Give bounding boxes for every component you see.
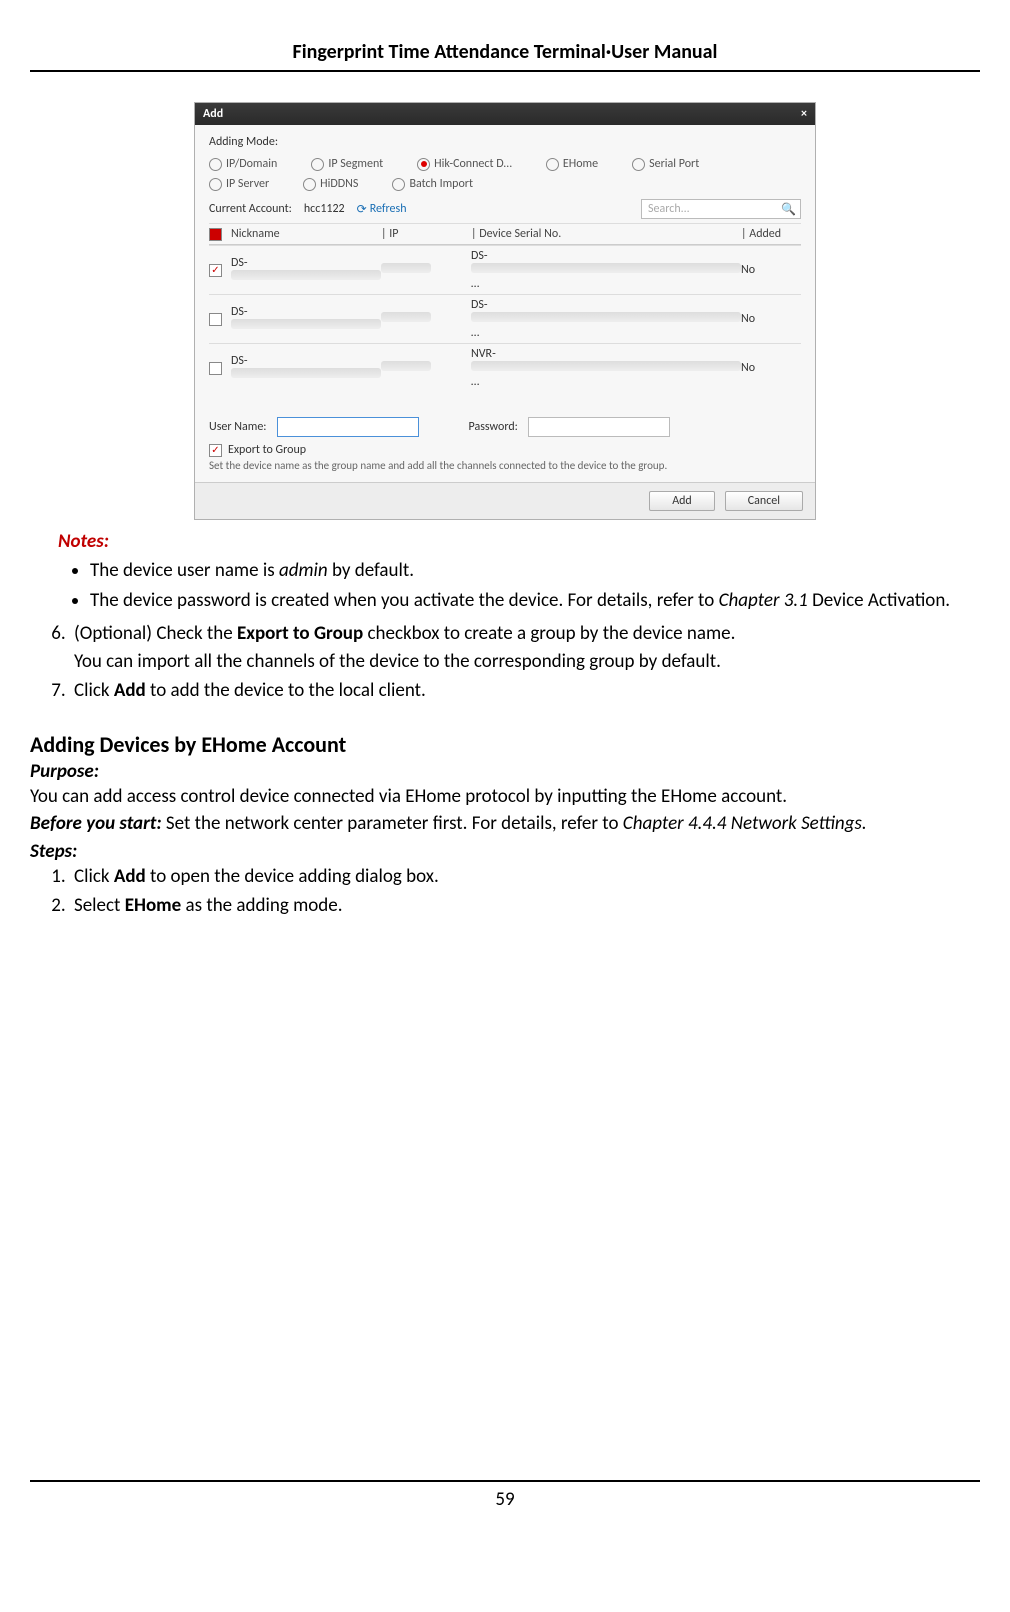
export-label: Export to Group — [228, 443, 306, 457]
page-number: 59 — [30, 1480, 980, 1511]
continuation-steps: (Optional) Check the Export to Group che… — [70, 620, 980, 705]
row-checkbox[interactable] — [209, 362, 222, 375]
export-note: Set the device name as the group name an… — [209, 459, 801, 472]
select-all-checkbox[interactable] — [209, 228, 222, 241]
dialog-titlebar: Add × — [195, 103, 815, 125]
add-button[interactable]: Add — [649, 491, 715, 511]
table-row[interactable]: DS-DS-…No — [209, 294, 801, 343]
username-field[interactable] — [277, 417, 419, 437]
radio-serial-port[interactable]: Serial Port — [632, 157, 699, 171]
password-field[interactable] — [528, 417, 670, 437]
search-icon: 🔍 — [781, 202, 796, 217]
current-account-label: Current Account: — [209, 202, 292, 216]
password-label: Password: — [469, 420, 518, 434]
col-serial[interactable]: | Device Serial No. — [471, 227, 741, 241]
list-item: Click Add to open the device adding dial… — [70, 863, 980, 891]
account-row: Current Account: hcc1122 ⟳ Refresh Searc… — [209, 199, 801, 219]
notes-list: The device user name is admin by default… — [90, 557, 980, 614]
col-nickname[interactable]: Nickname — [231, 227, 381, 241]
current-account-value: hcc1122 — [304, 202, 345, 216]
notes-heading: Notes: — [58, 530, 980, 553]
device-list-header: Nickname | IP | Device Serial No. | Adde… — [209, 223, 801, 245]
row-checkbox[interactable]: ✓ — [209, 264, 222, 277]
search-input[interactable]: Search... 🔍 — [641, 199, 801, 219]
cancel-button[interactable]: Cancel — [725, 491, 803, 511]
before-you-start: Before you start: Set the network center… — [30, 810, 980, 838]
list-item: Select EHome as the adding mode. — [70, 892, 980, 920]
list-item: Click Add to add the device to the local… — [70, 677, 980, 705]
dialog-title: Add — [203, 107, 223, 121]
radio-hik-connect-d-[interactable]: Hik-Connect D… — [417, 157, 512, 171]
purpose-label: Purpose: — [30, 760, 980, 783]
row-checkbox[interactable] — [209, 313, 222, 326]
credentials-row: User Name: Password: — [209, 417, 801, 437]
add-dialog: Add × Adding Mode: IP/Domain IP Segment Hi… — [194, 102, 816, 520]
table-row[interactable]: ✓DS-DS-…No — [209, 245, 801, 294]
radio-row-2: IP Server HiDDNS Batch Import — [209, 177, 801, 191]
export-checkbox[interactable]: ✓ — [209, 444, 222, 457]
refresh-button[interactable]: ⟳ Refresh — [357, 202, 407, 217]
radio-batch-import[interactable]: Batch Import — [392, 177, 473, 191]
radio-ip-server[interactable]: IP Server — [209, 177, 269, 191]
radio-ehome[interactable]: EHome — [546, 157, 598, 171]
radio-row-1: IP/Domain IP Segment Hik-Connect D… EHome Se… — [209, 157, 801, 171]
list-item: The device password is created when you … — [90, 587, 980, 615]
refresh-icon: ⟳ — [357, 202, 367, 217]
col-ip[interactable]: | IP — [381, 227, 471, 241]
dialog-screenshot: Add × Adding Mode: IP/Domain IP Segment Hi… — [30, 102, 980, 520]
steps-label: Steps: — [30, 840, 980, 863]
list-item: (Optional) Check the Export to Group che… — [70, 620, 980, 675]
ehome-steps: Click Add to open the device adding dial… — [70, 863, 980, 920]
section-heading: Adding Devices by EHome Account — [30, 731, 980, 758]
list-item: The device user name is admin by default… — [90, 557, 980, 585]
dialog-footer: Add Cancel — [195, 482, 815, 519]
page-header: Fingerprint Time Attendance Terminal·Use… — [30, 40, 980, 72]
adding-mode-label: Adding Mode: — [209, 135, 801, 149]
close-icon[interactable]: × — [801, 107, 807, 121]
col-added[interactable]: | Added — [741, 227, 785, 241]
radio-ip-domain[interactable]: IP/Domain — [209, 157, 277, 171]
device-list: ✓DS-DS-…NoDS-DS-…NoDS-NVR-…No — [209, 245, 801, 405]
export-to-group-row: ✓ Export to Group — [209, 443, 801, 457]
radio-ip-segment[interactable]: IP Segment — [311, 157, 383, 171]
username-label: User Name: — [209, 420, 267, 434]
table-row[interactable]: DS-NVR-…No — [209, 343, 801, 392]
radio-hiddns[interactable]: HiDDNS — [303, 177, 358, 191]
purpose-text: You can add access control device connec… — [30, 783, 980, 811]
